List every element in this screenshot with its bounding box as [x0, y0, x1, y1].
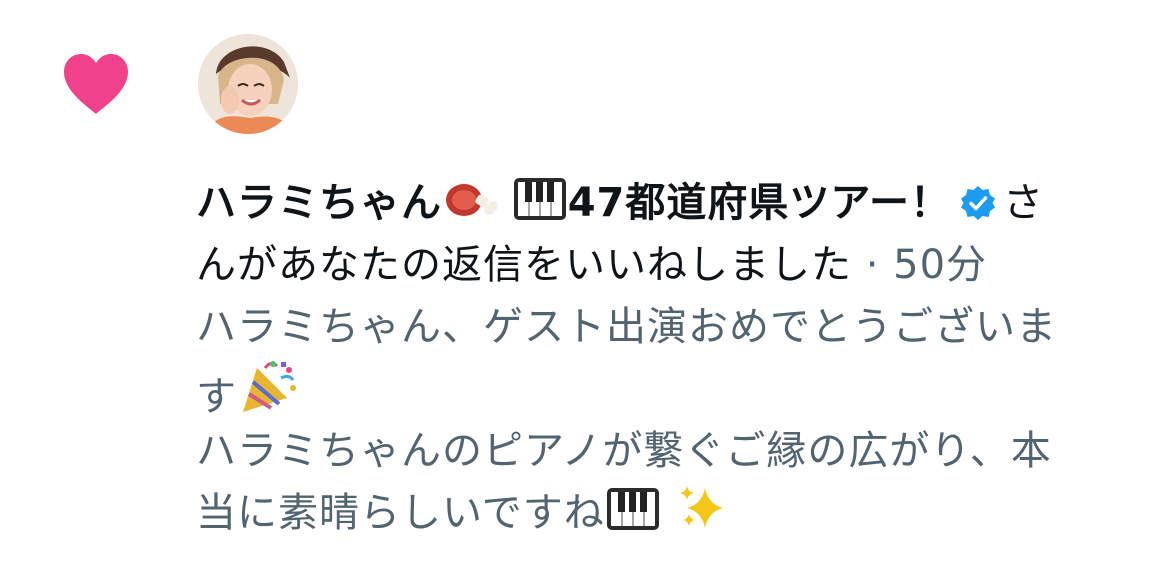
- actor-line: ハラミちゃん 47都道府県ツアー！ さ: [196, 172, 1146, 234]
- user-avatar[interactable]: [198, 34, 298, 134]
- reply-line-2-text: す: [196, 374, 237, 420]
- reply-line-2: す: [196, 358, 1146, 420]
- reply-line-4-text: 当に素晴らしいですね: [196, 490, 605, 536]
- reply-line-3: ハラミちゃんのピアノが繋ぐご縁の広がり、本: [196, 428, 1052, 474]
- verified-badge-icon: [959, 178, 997, 240]
- meta-separator: ·: [852, 242, 894, 288]
- action-line: んがあなたの返信をいいねしました · 50分: [196, 234, 1146, 296]
- meat-on-bone-icon: [442, 178, 498, 240]
- timestamp[interactable]: 50分: [893, 242, 987, 288]
- tour-text[interactable]: 47都道府県ツアー！: [568, 180, 951, 226]
- piano-keys-icon: [512, 176, 568, 240]
- reply-line-1: ハラミちゃん、ゲスト出演おめでとうございま: [196, 304, 1057, 350]
- piano-keys-icon: [605, 486, 661, 550]
- liked-reply-text[interactable]: ハラミちゃん、ゲスト出演おめでとうございま す ハラミちゃんのピアノが繋ぐご縁の…: [196, 296, 1146, 544]
- user-display-name[interactable]: ハラミちゃん: [196, 180, 442, 226]
- action-suffix: さ: [1002, 180, 1044, 226]
- like-notification[interactable]: ハラミちゃん 47都道府県ツアー！ さ んがあなたの返信をいいねしました · 5…: [0, 0, 1169, 564]
- notification-text: ハラミちゃん 47都道府県ツアー！ さ んがあなたの返信をいいねしました · 5…: [196, 172, 1146, 544]
- action-text: んがあなたの返信をいいねしました: [196, 242, 852, 288]
- sparkles-icon: [675, 484, 731, 550]
- heart-icon: [64, 54, 128, 114]
- reply-line-4: 当に素晴らしいですね: [196, 482, 1146, 544]
